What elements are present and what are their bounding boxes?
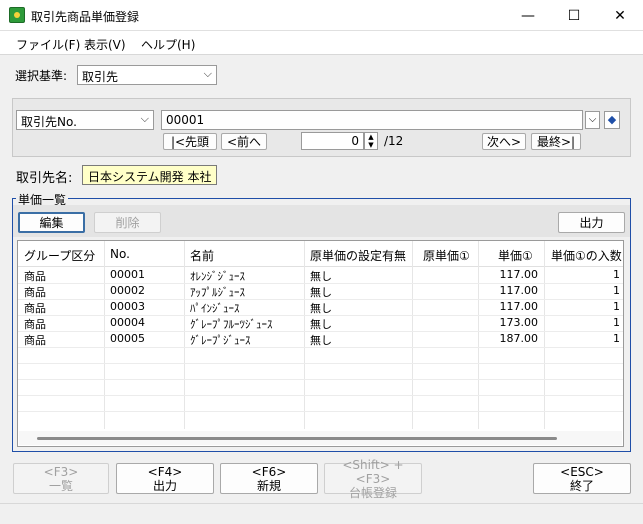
code-dropdown-button[interactable]: ⌵ bbox=[585, 111, 600, 129]
esc-key-label: <ESC> bbox=[560, 464, 604, 479]
table-row[interactable]: 商品 00003 ﾊﾟｲﾝｼﾞｭｰｽ 無し 117.00 1 bbox=[18, 299, 623, 315]
cell-no: 00001 bbox=[110, 268, 145, 281]
cell-unit-price: 187.00 bbox=[499, 332, 539, 345]
row-divider bbox=[18, 363, 623, 364]
cell-name: ｵﾚﾝｼﾞｼﾞｭｰｽ bbox=[190, 270, 245, 283]
page-spinner[interactable]: ▲ ▼ bbox=[364, 132, 378, 150]
cell-group: 商品 bbox=[24, 270, 46, 283]
criteria-select[interactable]: 取引先 ⌵ bbox=[77, 65, 217, 85]
esc-exit-button[interactable]: <ESC> 終了 bbox=[533, 463, 631, 494]
column-header-quantity[interactable]: 単価①の入数 bbox=[551, 247, 622, 264]
menu-bar: ファイル(F) 表示(V) ヘルプ(H) bbox=[0, 31, 643, 55]
table-row[interactable]: 商品 00005 ｸﾞﾚｰﾌﾟｼﾞｭｰｽ 無し 187.00 1 bbox=[18, 331, 623, 347]
column-header-name[interactable]: 名前 bbox=[190, 247, 214, 264]
cell-quantity: 1 bbox=[613, 284, 620, 297]
f6-new-button[interactable]: <F6> 新規 bbox=[220, 463, 318, 494]
cell-unit-price: 117.00 bbox=[499, 268, 539, 281]
field-select-value: 取引先No. bbox=[21, 115, 77, 129]
cell-quantity: 1 bbox=[613, 300, 620, 313]
cell-group: 商品 bbox=[24, 286, 46, 299]
cell-name: ｱｯﾌﾟﾙｼﾞｭｰｽ bbox=[190, 286, 245, 299]
code-input[interactable]: 00001 bbox=[161, 110, 583, 130]
column-header-no[interactable]: No. bbox=[110, 247, 130, 261]
f4-action-label: 出力 bbox=[152, 478, 177, 493]
cell-cost-setting: 無し bbox=[310, 302, 332, 315]
cell-quantity: 1 bbox=[613, 332, 620, 345]
cell-cost-setting: 無し bbox=[310, 318, 332, 331]
f4-output-button[interactable]: <F4> 出力 bbox=[116, 463, 214, 494]
column-header-cost-price[interactable]: 原単価① bbox=[423, 247, 470, 264]
page-input[interactable]: 0 bbox=[301, 132, 364, 150]
delete-button[interactable]: 削除 bbox=[94, 212, 161, 233]
table-row[interactable]: 商品 00004 ｸﾞﾚｰﾌﾟﾌﾙｰﾂｼﾞｭｰｽ 無し 173.00 1 bbox=[18, 315, 623, 331]
diamond-icon[interactable]: ◆ bbox=[604, 111, 620, 129]
menu-help[interactable]: ヘルプ(H) bbox=[141, 36, 195, 53]
esc-action-label: 終了 bbox=[569, 478, 594, 493]
status-bar bbox=[0, 503, 643, 524]
cell-quantity: 1 bbox=[613, 268, 620, 281]
column-header-group[interactable]: グループ区分 bbox=[24, 247, 95, 264]
maximize-button[interactable]: ☐ bbox=[551, 0, 597, 31]
cell-group: 商品 bbox=[24, 334, 46, 347]
chevron-down-icon: ⌵ bbox=[140, 112, 149, 125]
cell-name: ｸﾞﾚｰﾌﾟﾌﾙｰﾂｼﾞｭｰｽ bbox=[190, 318, 273, 331]
cell-group: 商品 bbox=[24, 318, 46, 331]
f4-key-label: <F4> bbox=[147, 464, 183, 479]
f6-key-label: <F6> bbox=[251, 464, 287, 479]
f3-list-button[interactable]: <F3> 一覧 bbox=[13, 463, 109, 494]
cell-no: 00002 bbox=[110, 284, 145, 297]
field-select[interactable]: 取引先No. ⌵ bbox=[16, 110, 154, 130]
title-bar: 取引先商品単価登録 — ☐ ✕ bbox=[0, 0, 643, 31]
last-button[interactable]: 最終>| bbox=[531, 133, 581, 150]
row-divider bbox=[18, 379, 623, 380]
cell-cost-setting: 無し bbox=[310, 334, 332, 347]
window-title: 取引先商品単価登録 bbox=[31, 10, 140, 24]
shift-f3-action-label: 台帳登録 bbox=[348, 485, 397, 500]
cell-no: 00005 bbox=[110, 332, 145, 345]
partner-name-value: 日本システム開発 本社 bbox=[82, 165, 218, 185]
column-header-unit-price[interactable]: 単価① bbox=[498, 247, 533, 264]
edit-button[interactable]: 編集 bbox=[18, 212, 85, 233]
cell-cost-setting: 無し bbox=[310, 286, 332, 299]
menu-view[interactable]: 表示(V) bbox=[84, 36, 126, 53]
chevron-down-icon: ⌵ bbox=[203, 67, 212, 80]
minimize-button[interactable]: — bbox=[505, 0, 551, 31]
f3-action-label: 一覧 bbox=[48, 478, 73, 493]
close-button[interactable]: ✕ bbox=[597, 0, 643, 31]
cell-unit-price: 117.00 bbox=[499, 284, 539, 297]
output-button[interactable]: 出力 bbox=[558, 212, 625, 233]
table-row[interactable]: 商品 00002 ｱｯﾌﾟﾙｼﾞｭｰｽ 無し 117.00 1 bbox=[18, 283, 623, 299]
app-icon bbox=[9, 7, 25, 23]
f3-key-label: <F3> bbox=[43, 464, 79, 479]
cell-unit-price: 173.00 bbox=[499, 316, 539, 329]
row-divider bbox=[18, 395, 623, 396]
first-button[interactable]: |<先頭 bbox=[163, 133, 217, 150]
criteria-label: 選択基準: bbox=[15, 69, 68, 83]
page-total: /12 bbox=[384, 134, 404, 148]
prev-button[interactable]: <前へ bbox=[221, 133, 267, 150]
scrollbar-thumb[interactable] bbox=[37, 437, 557, 440]
table-row[interactable]: 商品 00001 ｵﾚﾝｼﾞｼﾞｭｰｽ 無し 117.00 1 bbox=[18, 267, 623, 283]
price-table[interactable]: グループ区分 No. 名前 原単価の設定有無 原単価① 単価① 単価①の入数 商… bbox=[17, 240, 624, 447]
shift-f3-key-label: <Shift> + <F3> bbox=[342, 457, 404, 486]
partner-name-label: 取引先名: bbox=[16, 171, 73, 186]
cell-no: 00003 bbox=[110, 300, 145, 313]
horizontal-scrollbar[interactable] bbox=[19, 431, 622, 445]
criteria-select-value: 取引先 bbox=[82, 70, 119, 84]
cell-no: 00004 bbox=[110, 316, 145, 329]
shift-f3-register-button[interactable]: <Shift> + <F3> 台帳登録 bbox=[324, 458, 422, 500]
row-divider bbox=[18, 411, 623, 412]
cell-name: ｸﾞﾚｰﾌﾟｼﾞｭｰｽ bbox=[190, 334, 251, 347]
cell-quantity: 1 bbox=[613, 316, 620, 329]
menu-file[interactable]: ファイル(F) bbox=[16, 36, 80, 53]
cell-cost-setting: 無し bbox=[310, 270, 332, 283]
cell-name: ﾊﾟｲﾝｼﾞｭｰｽ bbox=[190, 302, 240, 315]
cell-group: 商品 bbox=[24, 302, 46, 315]
next-button[interactable]: 次へ> bbox=[482, 133, 526, 150]
f6-action-label: 新規 bbox=[256, 478, 281, 493]
column-header-cost-setting[interactable]: 原単価の設定有無 bbox=[310, 247, 406, 264]
cell-unit-price: 117.00 bbox=[499, 300, 539, 313]
